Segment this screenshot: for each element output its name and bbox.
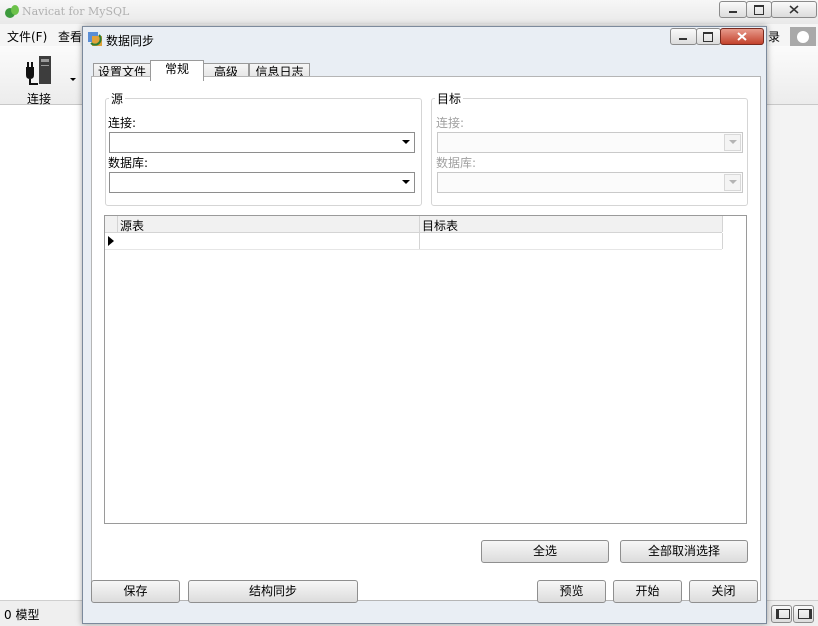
dialog-tab-panel: 源 连接: 数据库: 目标 连接: 数据库:	[91, 76, 761, 601]
select-all-button[interactable]: 全选	[481, 540, 609, 563]
source-database-select[interactable]	[109, 172, 415, 193]
source-connection-select[interactable]	[109, 132, 415, 153]
maximize-icon	[703, 32, 713, 42]
target-legend: 目标	[435, 90, 463, 107]
target-connection-select[interactable]	[437, 132, 743, 153]
grid-cell-source[interactable]	[118, 233, 420, 249]
dialog-close-button[interactable]	[720, 28, 764, 45]
connect-toolbar-button[interactable]: 连接	[18, 51, 76, 103]
close-icon	[789, 5, 799, 14]
target-database-select[interactable]	[437, 172, 743, 193]
data-sync-dialog: 数据同步 设置文件 常规 高级 信息日志 源 连接: 数据库: 目标 连接:	[82, 26, 767, 624]
main-titlebar: Navicat for MySQL	[0, 0, 818, 24]
object-tree-pane[interactable]	[0, 105, 83, 600]
dialog-maximize-button[interactable]	[696, 28, 721, 45]
grid-header: 源表 目标表	[105, 216, 722, 233]
main-close-button[interactable]	[771, 1, 817, 18]
minimize-icon	[679, 38, 687, 40]
target-database-label: 数据库:	[436, 154, 476, 171]
grid-cell-target[interactable]	[420, 233, 723, 249]
column-header-source-table[interactable]: 源表	[118, 216, 420, 232]
view-toggle-button-1[interactable]	[771, 605, 792, 623]
dialog-minimize-button[interactable]	[670, 28, 697, 45]
current-row-icon	[108, 236, 114, 246]
main-window-title: Navicat for MySQL	[22, 5, 129, 18]
chevron-down-icon	[729, 180, 737, 184]
chevron-down-icon	[402, 180, 410, 184]
data-sync-icon	[87, 31, 103, 47]
chevron-down-icon	[729, 140, 737, 144]
main-minimize-button[interactable]	[719, 1, 747, 18]
target-connection-label: 连接:	[436, 114, 464, 131]
close-icon	[737, 32, 747, 41]
menu-login[interactable]: 录	[768, 28, 780, 45]
source-database-label: 数据库:	[108, 154, 148, 171]
source-legend: 源	[109, 90, 125, 107]
source-connection-label: 连接:	[108, 114, 136, 131]
maximize-icon	[754, 5, 764, 15]
status-models: 0 模型	[4, 606, 39, 623]
start-button[interactable]: 开始	[613, 580, 682, 603]
dialog-title: 数据同步	[106, 32, 154, 49]
layout-icon	[776, 609, 790, 619]
row-indicator-header	[105, 216, 118, 232]
layout-icon	[798, 609, 812, 619]
chevron-down-icon	[402, 140, 410, 144]
navicat-logo-icon	[4, 4, 20, 19]
plug-server-icon	[22, 53, 60, 87]
table-row[interactable]	[105, 233, 722, 250]
tab-general[interactable]: 常规	[150, 60, 204, 81]
table-mapping-grid[interactable]: 源表 目标表	[104, 215, 747, 524]
minimize-icon	[729, 11, 737, 13]
save-button[interactable]: 保存	[91, 580, 180, 603]
column-header-target-table[interactable]: 目标表	[420, 216, 723, 232]
view-toggle-button-2[interactable]	[793, 605, 814, 623]
close-button[interactable]: 关闭	[689, 580, 758, 603]
menu-view[interactable]: 查看	[58, 28, 82, 45]
menu-file[interactable]: 文件(F)	[7, 28, 47, 45]
structure-sync-button[interactable]: 结构同步	[188, 580, 358, 603]
deselect-all-button[interactable]: 全部取消选择	[620, 540, 748, 563]
main-maximize-button[interactable]	[746, 1, 772, 18]
dropdown-arrow-icon[interactable]	[70, 78, 76, 81]
preview-button[interactable]: 预览	[537, 580, 606, 603]
